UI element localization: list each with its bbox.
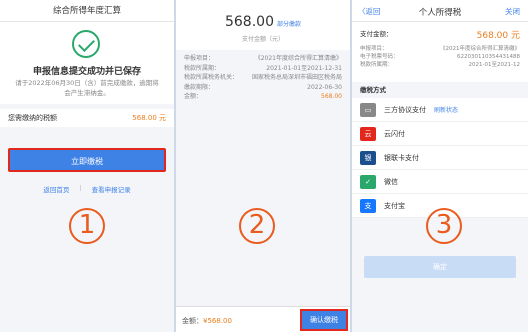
detail-value: 2022-06-30 [307, 83, 342, 91]
detail-value: 《2021年度综合所得汇算清缴》 [254, 55, 342, 62]
payment-method-label: 银联卡支付 [384, 153, 419, 162]
step-badge-1: 1 [69, 208, 105, 244]
detail-key: 申报项目： [184, 55, 215, 62]
summary-row: 申报项目： 《2021年度综合所得汇算清缴》 [360, 45, 520, 53]
summary-row: 税款所属期： 2021-01至2021-12 [360, 61, 520, 69]
step-badge-3: 3 [426, 208, 462, 244]
alipay-icon: 支 [360, 198, 376, 213]
nav-bar: 〈返回 个人所得税 关闭 [352, 0, 528, 22]
nav-title: 个人所得税 [418, 8, 462, 18]
wechat-check-icon: ✓ [360, 174, 376, 189]
refresh-status-link[interactable]: 刷新状态 [434, 105, 458, 114]
return-home-link[interactable]: 返回首页 [43, 184, 69, 194]
payment-amount-label: 支付金额（元） [241, 36, 284, 43]
detail-value: 国家税务总局深圳市福田区税务局 [251, 74, 342, 81]
submit-pay-button[interactable]: 确定 [364, 256, 516, 278]
footer-amount: 金额：¥568.00 [182, 317, 232, 325]
tax-due-row: 您需缴纳的税额 568.00 元 [0, 109, 174, 127]
payment-method-0[interactable]: ▭ 三方协议支付 刷新状态 [352, 98, 528, 122]
view-records-link[interactable]: 查看申报记录 [92, 184, 131, 194]
pay-amount-value: 568.00 元 [476, 31, 520, 41]
payment-method-label: 支付宝 [384, 201, 405, 210]
payment-method-2[interactable]: 银银联卡支付 [352, 146, 528, 170]
detail-value: 2021-01-01至2021-12-31 [266, 64, 342, 72]
partial-payment-link[interactable]: 部分缴款 [277, 21, 301, 28]
payment-details: 申报项目： 《2021年度综合所得汇算清缴》税款所属期： 2021-01-01至20… [176, 50, 350, 106]
step-badge-2: 2 [239, 208, 275, 244]
page-title: 综合所得年度汇算 [0, 0, 174, 22]
tax-due-label: 您需缴纳的税额 [8, 114, 57, 122]
detail-key: 金额： [184, 93, 203, 100]
success-message: 申报信息提交成功并已保存 [32, 67, 141, 77]
panel-payment-confirm: 568.00 部分缴款 支付金额（元） 申报项目： 《2021年度综合所得汇算清缴》… [176, 0, 350, 332]
pay-now-button[interactable]: 立即缴税 [8, 148, 166, 172]
detail-row: 金额： 568.00 [184, 92, 342, 102]
link-divider: | [79, 184, 82, 192]
panel-declaration-result: 综合所得年度汇算 申报信息提交成功并已保存 请于2022年06月30日（含）前完… [0, 0, 174, 332]
payment-method-label: 云闪付 [384, 129, 405, 138]
summary-value: 2021-01至2021-12 [468, 62, 520, 68]
unionpay-icon: 云 [360, 126, 376, 141]
payment-method-1[interactable]: 云云闪付 [352, 122, 528, 146]
detail-value: 568.00 [321, 93, 342, 100]
detail-row: 申报项目： 《2021年度综合所得汇算清缴》 [184, 54, 342, 64]
panel-payment-method: 〈返回 个人所得税 关闭 支付金额： 568.00 元 申报项目： 《2021年度… [352, 0, 528, 332]
section-title: 缴税方式 [352, 82, 528, 98]
detail-row: 缴款期限： 2022-06-30 [184, 83, 342, 93]
summary-value: 622030110354431488 [457, 54, 520, 60]
payment-footer: 金额：¥568.00 确认缴税 [176, 306, 350, 332]
payment-amount-value: 568.00 [224, 14, 274, 30]
close-button[interactable]: 关闭 [505, 6, 520, 17]
payment-header: 568.00 部分缴款 支付金额（元） [176, 0, 350, 50]
summary-key: 税款所属期： [360, 62, 394, 68]
tax-due-value: 568.00 元 [132, 114, 166, 122]
detail-key: 缴款期限： [184, 83, 215, 91]
union-card-icon: 银 [360, 150, 376, 165]
payment-method-label: 微信 [384, 177, 398, 186]
pay-amount-label: 支付金额： [360, 30, 393, 38]
payment-methods-list: ▭ 三方协议支付 刷新状态云云闪付银银联卡支付 ✓ 微信支支付宝 [352, 98, 528, 218]
detail-row: 税款所属税务机关： 国家税务总局深圳市福田区税务局 [184, 73, 342, 83]
summary-key: 电子税票号码： [360, 54, 399, 60]
summary-row: 电子税票号码： 622030110354431488 [360, 53, 520, 61]
confirm-pay-button[interactable]: 确认缴税 [300, 309, 348, 331]
deadline-note: 请于2022年06月30日（含）前完成缴款，逾期将会产生滞纳金。 [15, 79, 159, 97]
success-check-icon [72, 30, 100, 58]
payment-amount: 568.00 部分缴款 [176, 14, 350, 30]
detail-row: 税款所属期： 2021-01-01至2021-12-31 [184, 64, 342, 74]
result-card: 申报信息提交成功并已保存 请于2022年06月30日（含）前完成缴款，逾期将会产… [0, 22, 174, 104]
summary-value: 《2021年度综合所得汇算清缴》 [440, 46, 520, 52]
payment-summary: 支付金额： 568.00 元 申报项目： 《2021年度综合所得汇算清缴》 电子税票… [352, 22, 528, 82]
payment-method-label: 三方协议支付 [384, 105, 426, 114]
detail-key: 税款所属期： [184, 64, 221, 72]
bank-card-icon: ▭ [360, 102, 376, 117]
result-links: 返回首页 | 查看申报记录 [0, 184, 174, 194]
detail-key: 税款所属税务机关： [184, 74, 239, 81]
payment-method-3[interactable]: ✓ 微信 [352, 170, 528, 194]
summary-key: 申报项目： [360, 46, 388, 52]
